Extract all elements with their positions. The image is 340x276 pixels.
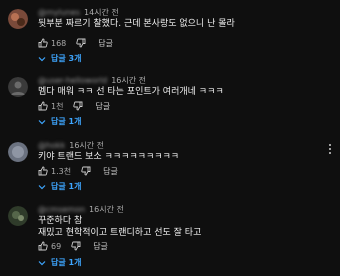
comment-time[interactable]: 16시간 전	[89, 205, 124, 214]
comment-meta: @user-helloworld 16시간 전	[38, 75, 146, 86]
comment-actions: 69 답글	[38, 240, 108, 252]
chevron-down-icon	[38, 183, 46, 191]
comment-line: 키야 트랜드 보소 ㅋㅋㅋㅋㅋㅋㅋㅋㅋ	[38, 152, 180, 162]
comment-actions: 1.3천 답글	[38, 165, 118, 177]
dislike-icon[interactable]	[76, 38, 86, 48]
comment-text: 꾸준하다 참 재밌고 현학적이고 트랜디하고 선도 잘 타고	[38, 215, 201, 239]
author-handle[interactable]: @mylunes	[38, 8, 80, 17]
avatar[interactable]	[8, 142, 28, 162]
reply-button[interactable]: 답글	[98, 38, 113, 49]
comment-time[interactable]: 14시간 전	[84, 8, 119, 17]
comment-text: 키야 트랜드 보소 ㅋㅋㅋㅋㅋㅋㅋㅋㅋ	[38, 151, 179, 163]
comment-line: 멤다 매워 ㅋㅋ 선 타는 포인트가 여러개네 ㅋㅋㅋ	[38, 87, 224, 97]
replies-label: 답글 1개	[51, 182, 82, 191]
dislike-icon[interactable]	[71, 241, 81, 251]
comment-text: 뒷부분 짜르기 찰했다. 근데 본사랑도 없으니 난 몰라	[38, 18, 235, 30]
comment-meta: @cmsemon 16시간 전	[38, 204, 124, 215]
author-handle[interactable]: @hokk	[38, 141, 65, 150]
avatar[interactable]	[8, 206, 28, 226]
chevron-down-icon	[38, 55, 46, 63]
comment-time[interactable]: 16시간 전	[69, 141, 104, 150]
dislike-icon[interactable]	[73, 101, 83, 111]
comment-line: 꾸준하다 참	[38, 216, 83, 226]
like-icon[interactable]	[38, 38, 48, 48]
comment-actions: 1천 답글	[38, 100, 110, 112]
author-handle[interactable]: @cmsemon	[38, 205, 85, 214]
view-replies-button[interactable]: 답글 1개	[34, 255, 85, 270]
avatar[interactable]	[8, 9, 28, 29]
view-replies-button[interactable]: 답글 1개	[34, 179, 85, 194]
like-count: 1.3천	[51, 166, 72, 176]
dislike-icon[interactable]	[81, 166, 91, 176]
comment-meta: @mylunes 14시간 전	[38, 7, 119, 18]
view-replies-button[interactable]: 답글 1개	[34, 114, 85, 129]
reply-button[interactable]: 답글	[95, 101, 110, 112]
replies-label: 답글 3개	[51, 54, 82, 63]
comment-line: 재밌고 현학적이고 트랜디하고 선도 잘 타고	[38, 228, 202, 238]
like-icon[interactable]	[38, 241, 48, 251]
comment-text: 멤다 매워 ㅋㅋ 선 타는 포인트가 여러개네 ㅋㅋㅋ	[38, 86, 224, 98]
replies-label: 답글 1개	[51, 258, 82, 267]
comment-line: 뒷부분 짜르기 찰했다. 근데 본사랑도 없으니 난 몰라	[38, 19, 235, 29]
more-options-icon[interactable]	[328, 140, 332, 154]
comment-time[interactable]: 16시간 전	[111, 76, 146, 85]
replies-label: 답글 1개	[51, 117, 82, 126]
like-count: 69	[51, 241, 62, 251]
like-count: 1천	[51, 101, 64, 111]
view-replies-button[interactable]: 답글 3개	[34, 51, 85, 66]
chevron-down-icon	[38, 259, 46, 267]
comment-meta: @hokk 16시간 전	[38, 140, 104, 151]
reply-button[interactable]: 답글	[103, 166, 118, 177]
avatar[interactable]	[8, 77, 28, 97]
like-count: 168	[51, 38, 67, 48]
like-icon[interactable]	[38, 101, 48, 111]
author-handle[interactable]: @user-helloworld	[38, 76, 107, 85]
like-icon[interactable]	[38, 166, 48, 176]
reply-button[interactable]: 답글	[93, 241, 108, 252]
chevron-down-icon	[38, 118, 46, 126]
comment-actions: 168 답글	[38, 37, 113, 49]
